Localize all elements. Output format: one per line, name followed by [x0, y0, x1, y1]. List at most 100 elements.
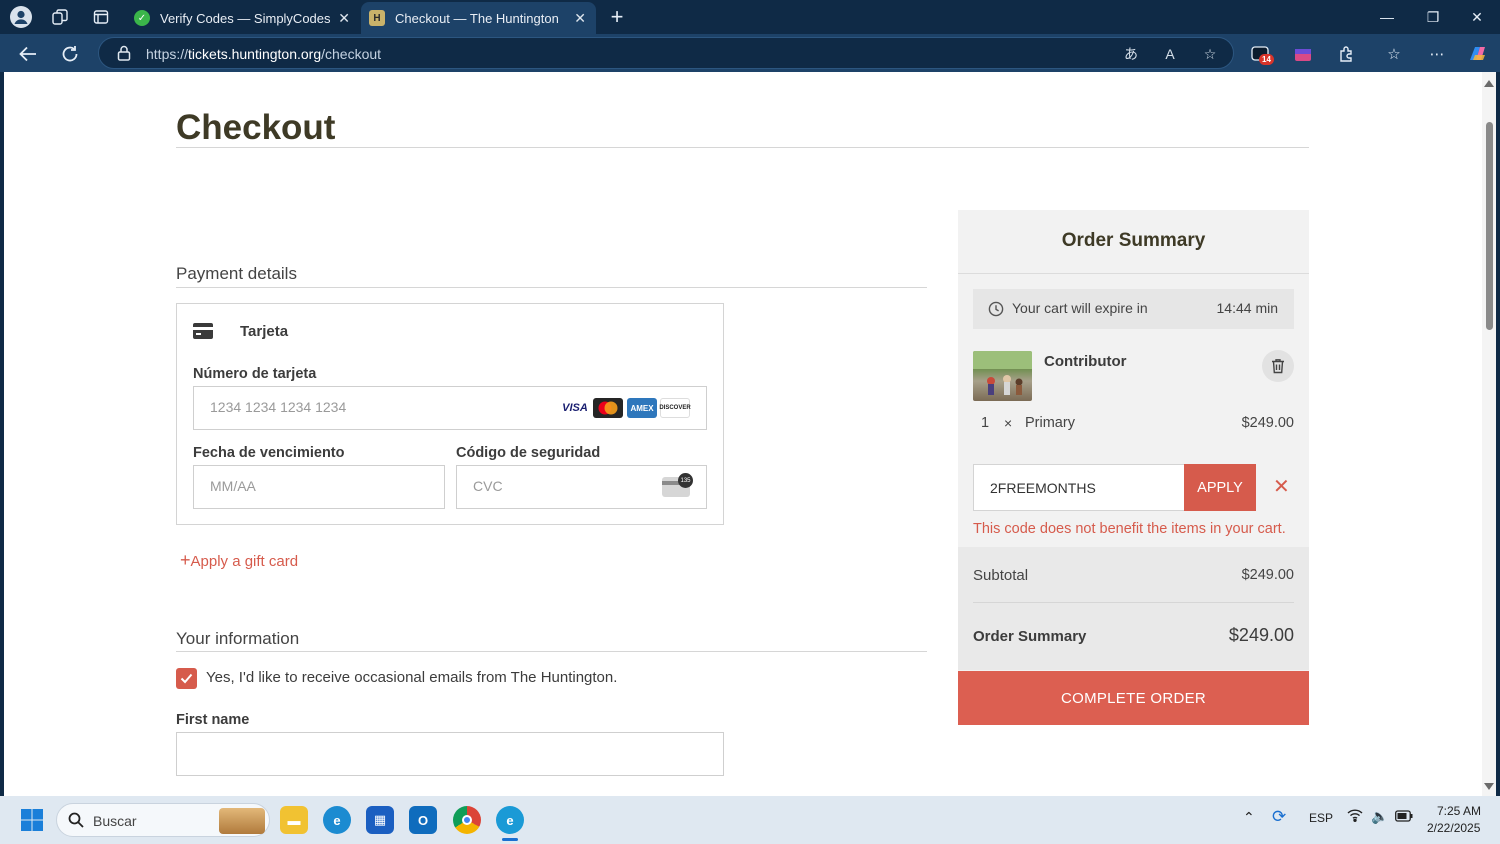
page-viewport: Checkout Payment details Tarjeta Número …: [4, 72, 1496, 796]
profile-icon[interactable]: [9, 5, 33, 29]
favorite-star-icon[interactable]: ☆: [1200, 45, 1220, 63]
battery-icon[interactable]: [1395, 810, 1413, 825]
remove-item-button[interactable]: [1262, 350, 1294, 382]
info-heading: Your information: [176, 629, 300, 648]
total-label: Order Summary: [973, 628, 1087, 645]
tab-simplycodes[interactable]: ✓ Verify Codes — SimplyCodes ✕: [126, 2, 360, 34]
newsletter-checkbox[interactable]: [176, 668, 197, 689]
new-tab-icon[interactable]: +: [605, 4, 629, 29]
minimize-button[interactable]: —: [1364, 0, 1410, 34]
gift-card-label: Apply a gift card: [190, 553, 299, 570]
page-title: Checkout: [176, 108, 336, 147]
first-name-label: First name: [176, 712, 250, 728]
card-number-label: Número de tarjeta: [193, 366, 317, 382]
expire-time: 14:44 min: [1216, 300, 1278, 316]
item-name: Contributor: [1044, 353, 1127, 370]
payment-divider: [176, 287, 927, 288]
search-placeholder: Buscar: [93, 813, 137, 829]
shopping-extension-icon[interactable]: [1292, 43, 1314, 65]
item-variant: Primary: [1025, 415, 1075, 431]
card-number-placeholder: 1234 1234 1234 1234: [210, 399, 347, 415]
back-button[interactable]: [15, 41, 41, 67]
extension-badge-count: 14: [1259, 54, 1274, 65]
totals-section: Subtotal $249.00 Order Summary $249.00: [958, 547, 1309, 670]
huntington-favicon: H: [369, 10, 385, 26]
active-app-indicator: [502, 838, 518, 841]
tab-title: Verify Codes — SimplyCodes: [160, 10, 331, 26]
clock-time[interactable]: 7:25 AM: [1437, 804, 1481, 818]
scroll-up-arrow[interactable]: [1484, 80, 1494, 87]
clear-promo-icon[interactable]: ✕: [1273, 477, 1290, 497]
amex-icon: AMEX: [627, 398, 657, 418]
edge-active-icon[interactable]: e: [496, 806, 524, 834]
card-payment-box: Tarjeta Número de tarjeta 1234 1234 1234…: [176, 303, 724, 525]
credit-card-icon: [193, 323, 213, 344]
address-bar[interactable]: https://tickets.huntington.org/checkout …: [98, 37, 1234, 69]
cvc-label: Código de seguridad: [456, 445, 601, 461]
favorites-icon[interactable]: ☆: [1383, 43, 1405, 65]
first-name-input[interactable]: [176, 732, 724, 776]
restore-button[interactable]: ❐: [1410, 0, 1456, 34]
discover-icon: DISCOVER: [659, 398, 691, 418]
copilot-icon[interactable]: [1467, 43, 1489, 65]
item-qty: 1: [981, 415, 990, 431]
taskbar-search[interactable]: Buscar: [56, 803, 270, 837]
subtotal-value: $249.00: [1241, 567, 1294, 583]
scroll-down-arrow[interactable]: [1484, 783, 1494, 790]
language-indicator[interactable]: ESP: [1309, 811, 1333, 825]
search-icon: [68, 812, 84, 833]
chrome-icon[interactable]: [453, 806, 481, 834]
translate-icon[interactable]: あ: [1121, 45, 1141, 63]
apply-promo-button[interactable]: APPLY: [1184, 464, 1256, 511]
volume-icon[interactable]: 🔈: [1371, 808, 1388, 825]
times-sign: ×: [1004, 415, 1013, 431]
payment-heading: Payment details: [176, 264, 297, 283]
read-aloud-icon[interactable]: A: [1160, 45, 1180, 63]
more-menu-icon[interactable]: ⋯: [1426, 43, 1448, 65]
scroll-thumb[interactable]: [1486, 122, 1493, 330]
cvc-placeholder: CVC: [473, 478, 503, 494]
expiry-placeholder: MM/AA: [210, 478, 256, 494]
close-tab-icon[interactable]: ✕: [574, 10, 586, 27]
cvc-card-icon: 135: [662, 473, 693, 497]
item-price: $249.00: [1241, 415, 1294, 431]
complete-order-button[interactable]: COMPLETE ORDER: [958, 671, 1309, 725]
cart-expire-notice: Your cart will expire in 14:44 min: [973, 289, 1294, 329]
tab-title: Checkout — The Huntington: [395, 10, 559, 26]
close-tab-icon[interactable]: ✕: [338, 10, 350, 27]
cvc-badge: 135: [678, 473, 693, 488]
expire-text: Your cart will expire in: [1012, 300, 1148, 316]
payment-method-label: Tarjeta: [240, 323, 289, 340]
clock-date[interactable]: 2/22/2025: [1427, 821, 1480, 835]
outlook-icon[interactable]: O: [409, 806, 437, 834]
mastercard-icon: [593, 398, 623, 418]
info-divider: [176, 651, 927, 652]
card-number-input[interactable]: 1234 1234 1234 1234 VISA AMEX DISCOVER: [193, 386, 707, 430]
extension-badge-icon[interactable]: 14: [1250, 43, 1274, 65]
summary-divider: [958, 273, 1309, 274]
close-window-button[interactable]: ✕: [1454, 0, 1500, 34]
workspaces-icon[interactable]: [48, 5, 72, 29]
store-icon[interactable]: ▦: [366, 806, 394, 834]
browser-titlebar: ✓ Verify Codes — SimplyCodes ✕ H Checkou…: [0, 0, 1500, 34]
edge-icon[interactable]: e: [323, 806, 351, 834]
page-scrollbar[interactable]: [1482, 72, 1496, 796]
expiry-input[interactable]: MM/AA: [193, 465, 445, 509]
promo-code-input[interactable]: 2FREEMONTHS: [973, 464, 1185, 511]
simplycodes-favicon: ✓: [134, 10, 150, 26]
clock-icon: [988, 301, 1004, 322]
url-text[interactable]: https://tickets.huntington.org/checkout: [146, 46, 381, 62]
tab-actions-icon[interactable]: [89, 5, 113, 29]
refresh-button[interactable]: [57, 41, 83, 67]
tab-huntington[interactable]: H Checkout — The Huntington ✕: [361, 2, 596, 34]
apply-gift-card-link[interactable]: +Apply a gift card: [180, 550, 298, 571]
url-host: tickets.huntington.org: [188, 46, 322, 62]
wifi-icon[interactable]: [1347, 808, 1363, 825]
extensions-icon[interactable]: [1336, 43, 1358, 65]
lock-icon[interactable]: [117, 45, 131, 66]
tray-expand-icon[interactable]: ⌃: [1243, 809, 1255, 826]
windows-start-icon[interactable]: [18, 806, 46, 834]
cvc-input[interactable]: CVC 135: [456, 465, 707, 509]
sync-icon[interactable]: ⟳: [1272, 807, 1286, 827]
file-explorer-icon[interactable]: ▬: [280, 806, 308, 834]
